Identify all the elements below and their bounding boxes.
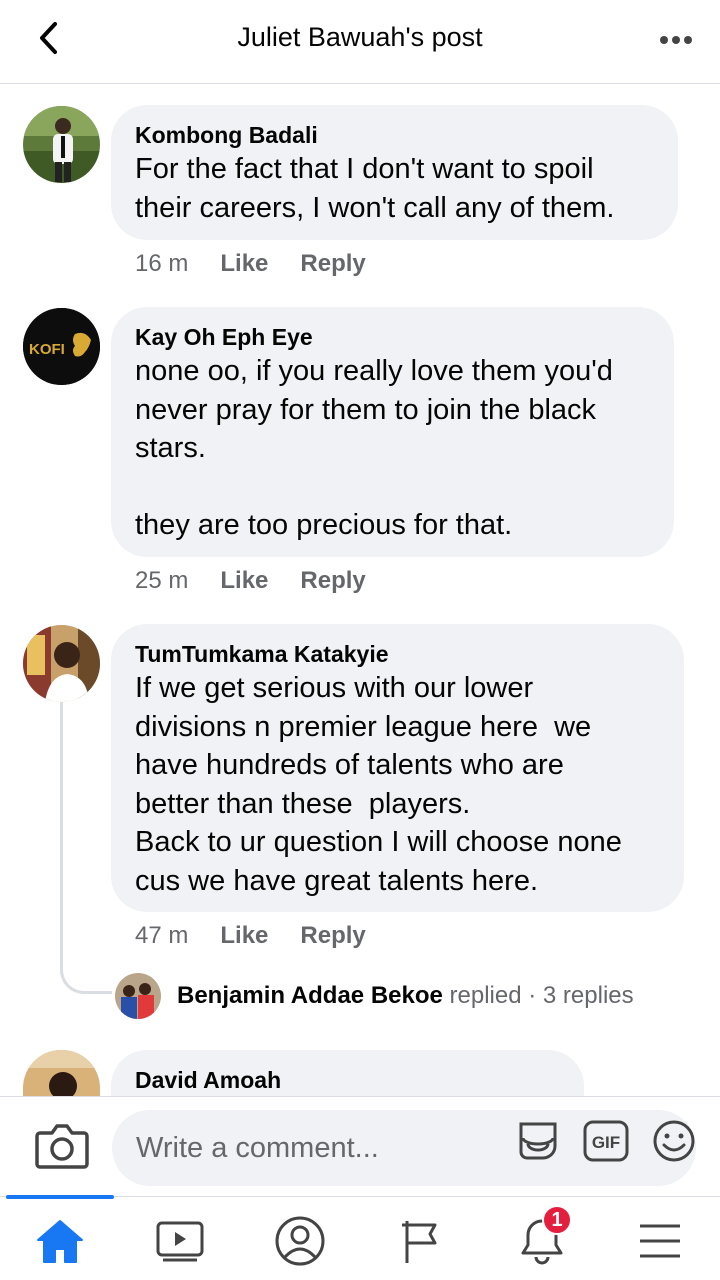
comment-actions: 47 m Like Reply — [135, 922, 366, 950]
camera-button[interactable] — [34, 1121, 90, 1171]
comment-author[interactable]: David Amoah — [135, 1065, 560, 1095]
view-replies-link[interactable]: Benjamin Addae Bekoe replied · 3 replies — [115, 972, 634, 1020]
comment-bubble[interactable]: Kay Oh Eph Eye none oo, if you really lo… — [111, 307, 674, 557]
avatar[interactable] — [23, 1050, 100, 1096]
camera-icon — [35, 1124, 89, 1169]
emoji-icon — [653, 1120, 695, 1162]
comment-time[interactable]: 47 m — [135, 922, 188, 950]
comment-text: For the fact that I don't want to spoil … — [135, 153, 615, 224]
comment-time[interactable]: 25 m — [135, 567, 188, 595]
bottom-tab-bar: 1 — [0, 1195, 720, 1280]
avatar[interactable] — [23, 106, 100, 183]
tab-watch[interactable] — [150, 1211, 210, 1271]
tab-menu[interactable] — [630, 1211, 690, 1271]
more-options-button[interactable] — [654, 22, 698, 58]
flag-icon — [402, 1221, 437, 1263]
avatar-logo-text: KOFI — [29, 341, 65, 358]
more-icon — [660, 36, 692, 44]
gif-button[interactable]: GIF — [582, 1117, 630, 1165]
comment-text: If we get serious with our lower divisio… — [135, 672, 622, 897]
comment-input-placeholder: Write a comment... — [136, 1131, 379, 1164]
sticker-icon — [519, 1122, 557, 1160]
comment-bubble[interactable]: David Amoah — [111, 1050, 584, 1096]
notification-badge: 1 — [542, 1205, 572, 1235]
sticker-button[interactable] — [514, 1117, 562, 1165]
comment-text: none oo, if you really love them you'd n… — [135, 355, 613, 541]
comment-composer: Write a comment... GIF — [0, 1096, 720, 1196]
comment-actions: 16 m Like Reply — [135, 250, 366, 278]
video-icon — [156, 1221, 204, 1262]
reply-button[interactable]: Reply — [300, 567, 365, 595]
menu-icon — [640, 1224, 680, 1258]
comment-bubble[interactable]: TumTumkama Katakyie If we get serious wi… — [111, 624, 684, 912]
header-bar: Juliet Bawuah's post — [0, 0, 720, 84]
thread-line — [60, 702, 112, 994]
comment-author[interactable]: TumTumkama Katakyie — [135, 639, 660, 669]
svg-text:GIF: GIF — [592, 1133, 620, 1152]
comment-author[interactable]: Kombong Badali — [135, 120, 654, 150]
tab-home[interactable] — [30, 1211, 90, 1271]
profile-icon — [275, 1216, 325, 1266]
reply-button[interactable]: Reply — [300, 922, 365, 950]
avatar[interactable] — [23, 625, 100, 702]
avatar[interactable]: KOFI — [23, 308, 100, 385]
page-title: Juliet Bawuah's post — [237, 22, 483, 52]
comment-time[interactable]: 16 m — [135, 250, 188, 278]
replies-count[interactable]: · 3 replies — [522, 982, 633, 1009]
like-button[interactable]: Like — [220, 250, 268, 278]
avatar — [115, 973, 161, 1019]
tab-profile[interactable] — [270, 1211, 330, 1271]
like-button[interactable]: Like — [220, 922, 268, 950]
home-icon — [37, 1220, 83, 1263]
comment-author[interactable]: Kay Oh Eph Eye — [135, 322, 650, 352]
replier-name[interactable]: Benjamin Addae Bekoe — [177, 982, 443, 1009]
tab-notifications[interactable]: 1 — [512, 1205, 572, 1271]
comment-bubble[interactable]: Kombong Badali For the fact that I don't… — [111, 105, 678, 240]
tab-pages[interactable] — [390, 1211, 450, 1271]
replied-label: replied — [442, 982, 522, 1009]
gif-icon: GIF — [583, 1120, 629, 1162]
active-tab-indicator — [6, 1195, 114, 1199]
emoji-button[interactable] — [650, 1117, 698, 1165]
like-button[interactable]: Like — [220, 567, 268, 595]
comment-actions: 25 m Like Reply — [135, 567, 366, 595]
reply-button[interactable]: Reply — [300, 250, 365, 278]
